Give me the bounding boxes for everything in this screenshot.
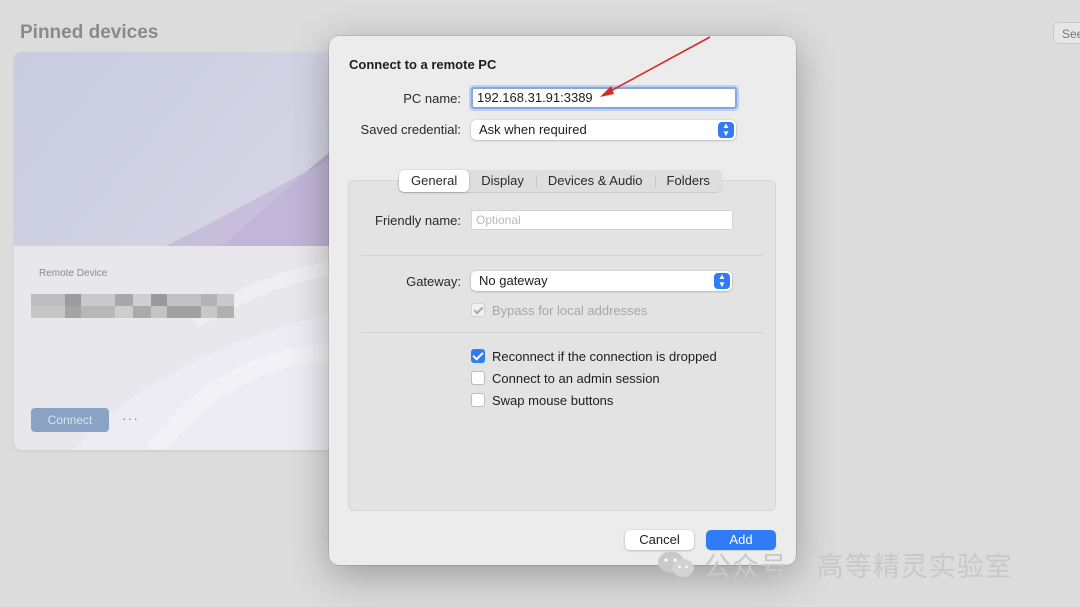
tab-general[interactable]: General — [399, 170, 470, 192]
gateway-label: Gateway: — [406, 274, 461, 289]
admin-session-checkbox[interactable]: Connect to an admin session — [471, 369, 660, 387]
checkbox-icon — [471, 371, 485, 385]
gateway-select[interactable]: No gateway ▲ ▼ — [471, 271, 732, 291]
dialog-title: Connect to a remote PC — [349, 57, 497, 72]
pc-name-label: PC name: — [403, 91, 461, 106]
friendly-name-label: Friendly name: — [375, 213, 461, 228]
cancel-button[interactable]: Cancel — [625, 530, 694, 550]
chevron-updown-icon: ▲ ▼ — [718, 122, 734, 138]
divider — [361, 332, 763, 333]
gateway-value: No gateway — [479, 273, 548, 288]
divider — [361, 255, 763, 256]
friendly-name-input[interactable]: Optional — [471, 210, 733, 230]
tab-display[interactable]: Display — [469, 170, 536, 192]
saved-credential-label: Saved credential: — [360, 122, 461, 137]
device-name-redacted — [31, 294, 234, 328]
swap-mouse-checkbox[interactable]: Swap mouse buttons — [471, 391, 613, 409]
tab-folders[interactable]: Folders — [654, 170, 722, 192]
bypass-local-checkbox: Bypass for local addresses — [471, 301, 647, 319]
settings-tabs: General Display Devices & Audio Folders — [399, 170, 722, 192]
reconnect-checkbox[interactable]: Reconnect if the connection is dropped — [471, 347, 717, 365]
saved-credential-value: Ask when required — [479, 122, 587, 137]
see-all-button[interactable]: See — [1053, 22, 1080, 44]
checkbox-icon — [471, 349, 485, 363]
card-wallpaper — [14, 52, 344, 450]
checkbox-icon — [471, 303, 485, 317]
page-title: Pinned devices — [20, 22, 159, 43]
reconnect-label: Reconnect if the connection is dropped — [492, 348, 717, 364]
connect-dialog: Connect to a remote PC PC name: 192.168.… — [329, 36, 796, 565]
pc-name-input[interactable]: 192.168.31.91:3389 — [471, 87, 737, 109]
wechat-icon — [658, 551, 694, 577]
swap-mouse-label: Swap mouse buttons — [492, 392, 614, 408]
more-options-button[interactable]: ··· — [122, 410, 139, 426]
admin-session-label: Connect to an admin session — [492, 370, 660, 386]
device-card[interactable]: Remote Device Connect ··· — [14, 52, 344, 450]
tab-devices-audio[interactable]: Devices & Audio — [535, 170, 655, 192]
device-type-label: Remote Device — [39, 268, 108, 279]
chevron-updown-icon: ▲ ▼ — [714, 273, 730, 289]
saved-credential-select[interactable]: Ask when required ▲ ▼ — [471, 120, 736, 140]
connect-button[interactable]: Connect — [31, 408, 109, 432]
bypass-local-label: Bypass for local addresses — [492, 302, 648, 318]
watermark: 公众号 · 高等精灵实验室 — [656, 548, 1013, 583]
checkbox-icon — [471, 393, 485, 407]
watermark-text: 公众号 · 高等精灵实验室 — [704, 551, 1013, 583]
